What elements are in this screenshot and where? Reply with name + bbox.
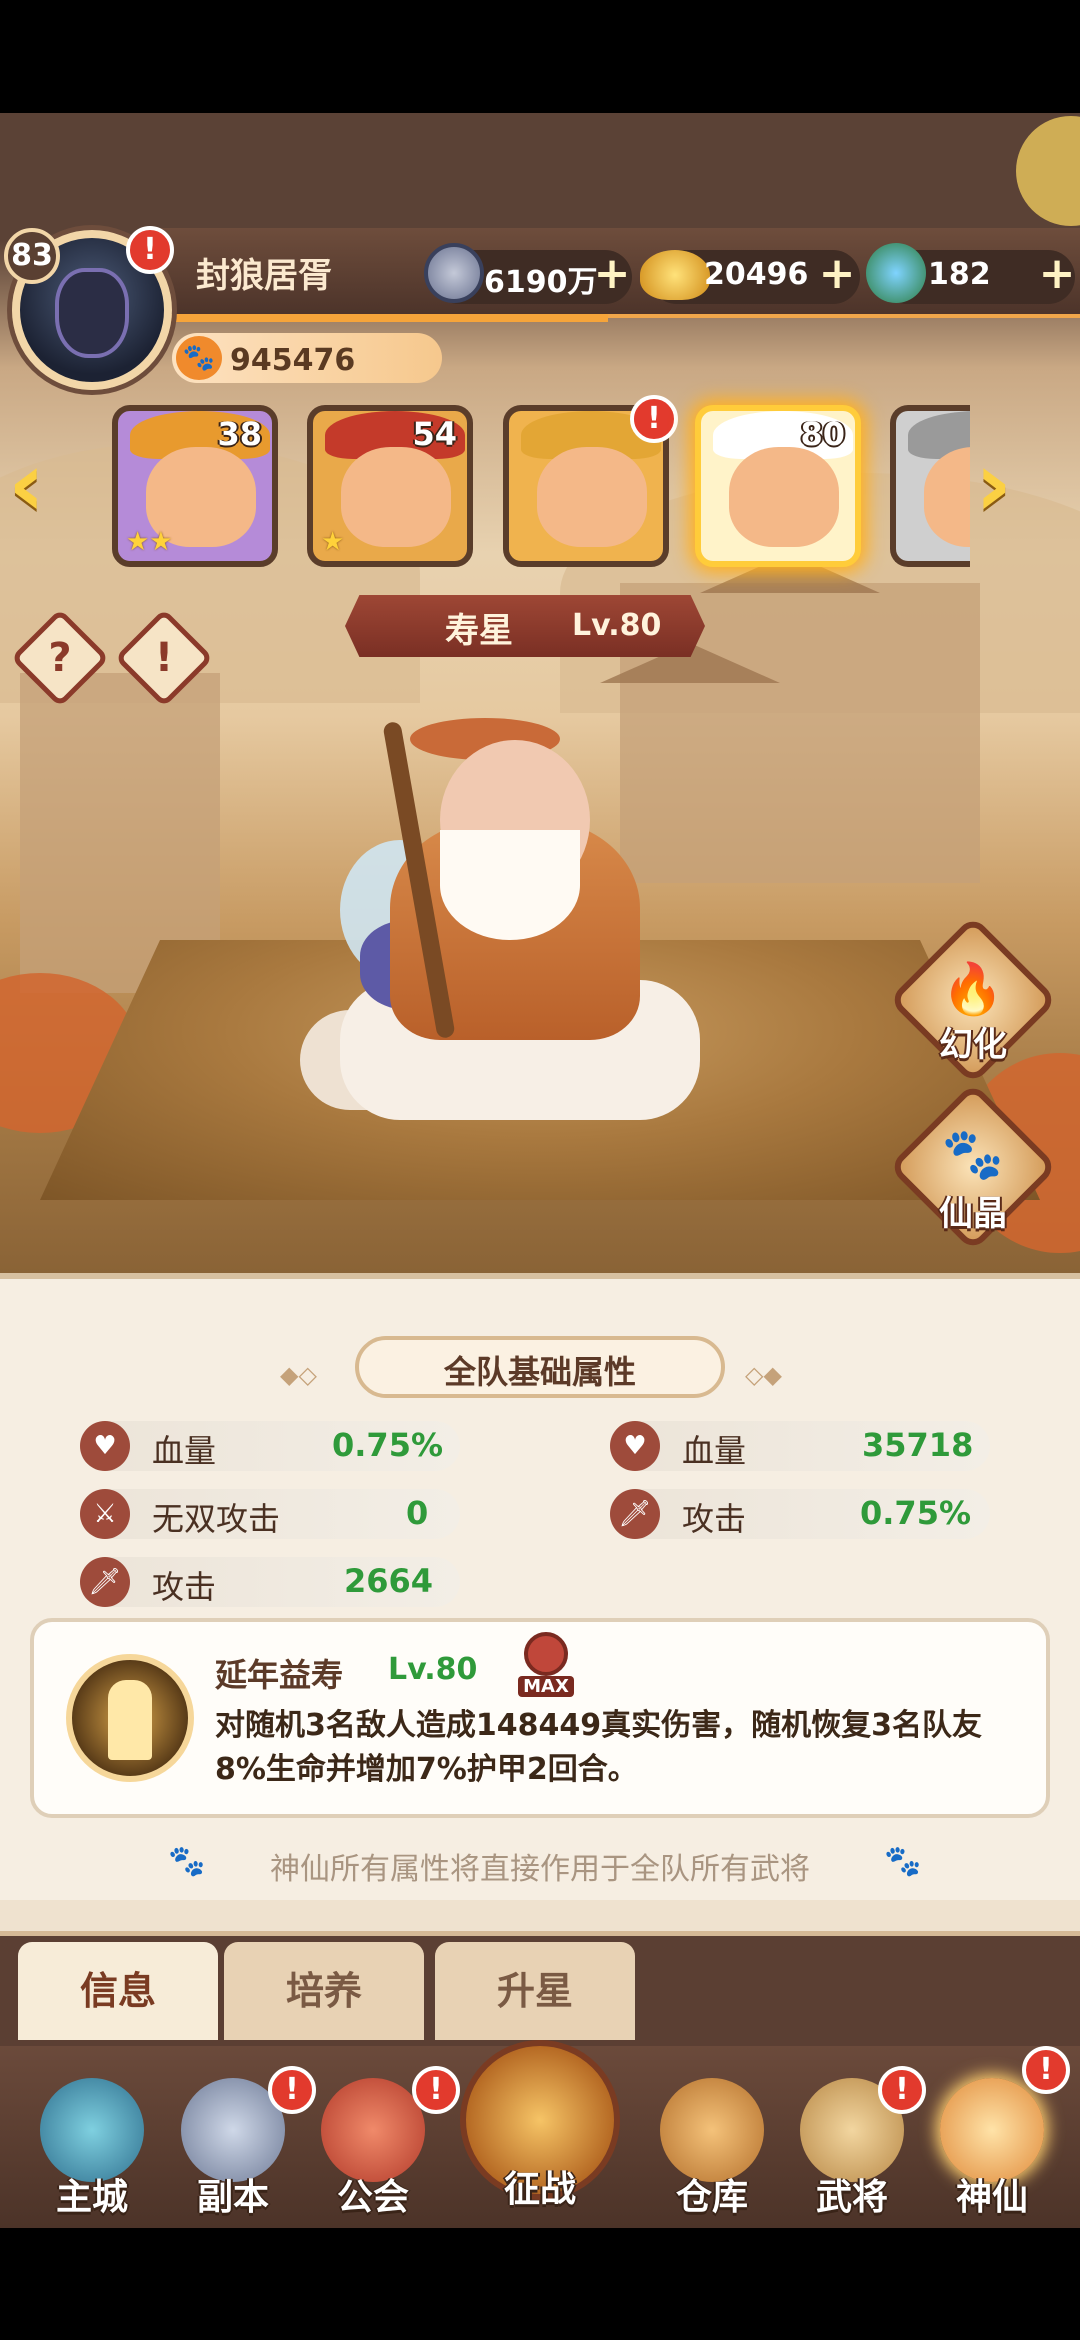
max-badge-text: MAX [518, 1676, 574, 1697]
previous-hero-arrow-icon[interactable]: ‹ [8, 440, 78, 530]
nav-campaign[interactable]: 征战 [455, 2020, 625, 2228]
gold-ingot-icon [640, 250, 710, 300]
hero-stars: ★ [321, 527, 345, 557]
stat-value: 0.75% [860, 1494, 972, 1532]
stat-value: 0.75% [332, 1426, 444, 1464]
nav-main-city[interactable]: 主城 [22, 2060, 162, 2228]
nav-label: 仓库 [675, 2177, 748, 2218]
heart-icon: ♥ [80, 1421, 130, 1471]
character-beard [440, 830, 580, 940]
hero-alert-icon: ! [630, 395, 678, 443]
player-name: 封狼居胥 [196, 256, 332, 296]
hero-name: 寿星 [445, 611, 513, 651]
heart-icon: ♥ [610, 1421, 660, 1471]
avatar-alert-icon: ! [126, 226, 174, 274]
next-hero-arrow-icon[interactable]: › [975, 440, 1045, 530]
power-value: 945476 [230, 343, 356, 378]
nav-warehouse[interactable]: 仓库 [642, 2060, 782, 2228]
max-badge: MAX [518, 1632, 574, 1704]
jade-add-button[interactable]: + [1035, 252, 1079, 296]
nav-label: 神仙 [955, 2177, 1028, 2218]
hero-card[interactable]: 54 ★ [307, 405, 473, 567]
stat-label: 血量 [682, 1432, 747, 1470]
stat-value: 35718 [862, 1426, 974, 1464]
exclamation-icon: ! [154, 635, 174, 681]
crossed-swords-icon: ⚔ [80, 1489, 130, 1539]
footer-note: 神仙所有属性将直接作用于全队所有武将 [270, 1852, 810, 1887]
paw-icon: 🐾 [884, 1844, 922, 1879]
nav-label: 武将 [815, 2177, 888, 2218]
crystal-label: 仙晶 [939, 1194, 1007, 1234]
stat-label: 血量 [152, 1432, 217, 1470]
flag-icon [321, 2078, 425, 2182]
tab-train[interactable]: 培养 [224, 1942, 424, 2040]
sword-icon: 🗡 [610, 1489, 660, 1539]
skill-level: Lv.80 [388, 1652, 478, 1687]
hero-card-level: 80 [800, 415, 845, 453]
skill-name: 延年益寿 [215, 1656, 344, 1694]
title-ornament-left: ◆◇ [280, 1361, 317, 1389]
title-ornament-right: ◇◆ [745, 1361, 782, 1389]
skill-description: 对随机3名敌人造成148449真实伤害，随机恢复3名队友8%生命并增加7%护甲2… [215, 1708, 982, 1787]
stat-label: 攻击 [682, 1500, 747, 1538]
hero-stars: ★★ [126, 527, 173, 557]
castle-icon [40, 2078, 144, 2182]
copper-value: 6190万 [484, 265, 598, 300]
bag-icon [660, 2078, 764, 2182]
jade-value: 182 [928, 257, 991, 292]
jade-orb-icon [866, 243, 926, 303]
question-icon: ? [48, 635, 72, 681]
paw-print-icon: 🐾 [941, 1125, 1005, 1183]
stat-label: 无双攻击 [152, 1500, 281, 1538]
player-level-badge: 83 [4, 228, 60, 284]
hero-card[interactable]: 38 ★★ [112, 405, 278, 567]
copper-add-button[interactable]: + [590, 252, 634, 296]
nav-label: 副本 [196, 2177, 269, 2218]
stat-value: 2664 [344, 1562, 434, 1600]
nav-label: 公会 [336, 2177, 409, 2218]
hero-portrait [924, 447, 970, 547]
nav-label: 主城 [55, 2177, 128, 2218]
immortals-alert-icon: ! [1022, 2046, 1070, 2094]
top-black-bar [0, 0, 1080, 113]
gold-value: 20496 [704, 257, 809, 292]
max-badge-icon [524, 1632, 568, 1676]
hero-card-selected[interactable]: 80 [695, 405, 861, 567]
paw-icon: 🐾 [176, 336, 222, 380]
sword-icon: 🗡 [80, 1557, 130, 1607]
avatar-face [55, 268, 129, 358]
generals-alert-icon: ! [878, 2066, 926, 2114]
transform-label: 幻化 [939, 1025, 1007, 1065]
hero-portrait [729, 447, 839, 547]
copper-coin-icon [424, 243, 484, 303]
tab-info[interactable]: 信息 [18, 1942, 218, 2040]
flame-icon: 🔥 [941, 960, 1005, 1018]
bottom-black-bar [0, 2228, 1080, 2340]
hero-portrait [537, 447, 647, 547]
guild-alert-icon: ! [412, 2066, 460, 2114]
nav-label: 征战 [503, 2169, 576, 2210]
section-title: 全队基础属性 [443, 1353, 636, 1391]
gold-add-button[interactable]: + [815, 252, 859, 296]
skill-icon-emblem [108, 1680, 152, 1760]
hero-card-level: 38 [217, 415, 262, 453]
hero-level: Lv.80 [572, 608, 662, 643]
stat-value: 0 [406, 1494, 429, 1532]
exp-progress-bar [168, 314, 608, 322]
hero-card-locked[interactable] [890, 405, 970, 567]
hero-portrait [341, 447, 451, 547]
hero-card-level: 54 [412, 415, 457, 453]
stat-label: 攻击 [152, 1568, 217, 1606]
cat-icon [940, 2078, 1044, 2182]
panel-trim [0, 1900, 1080, 1936]
